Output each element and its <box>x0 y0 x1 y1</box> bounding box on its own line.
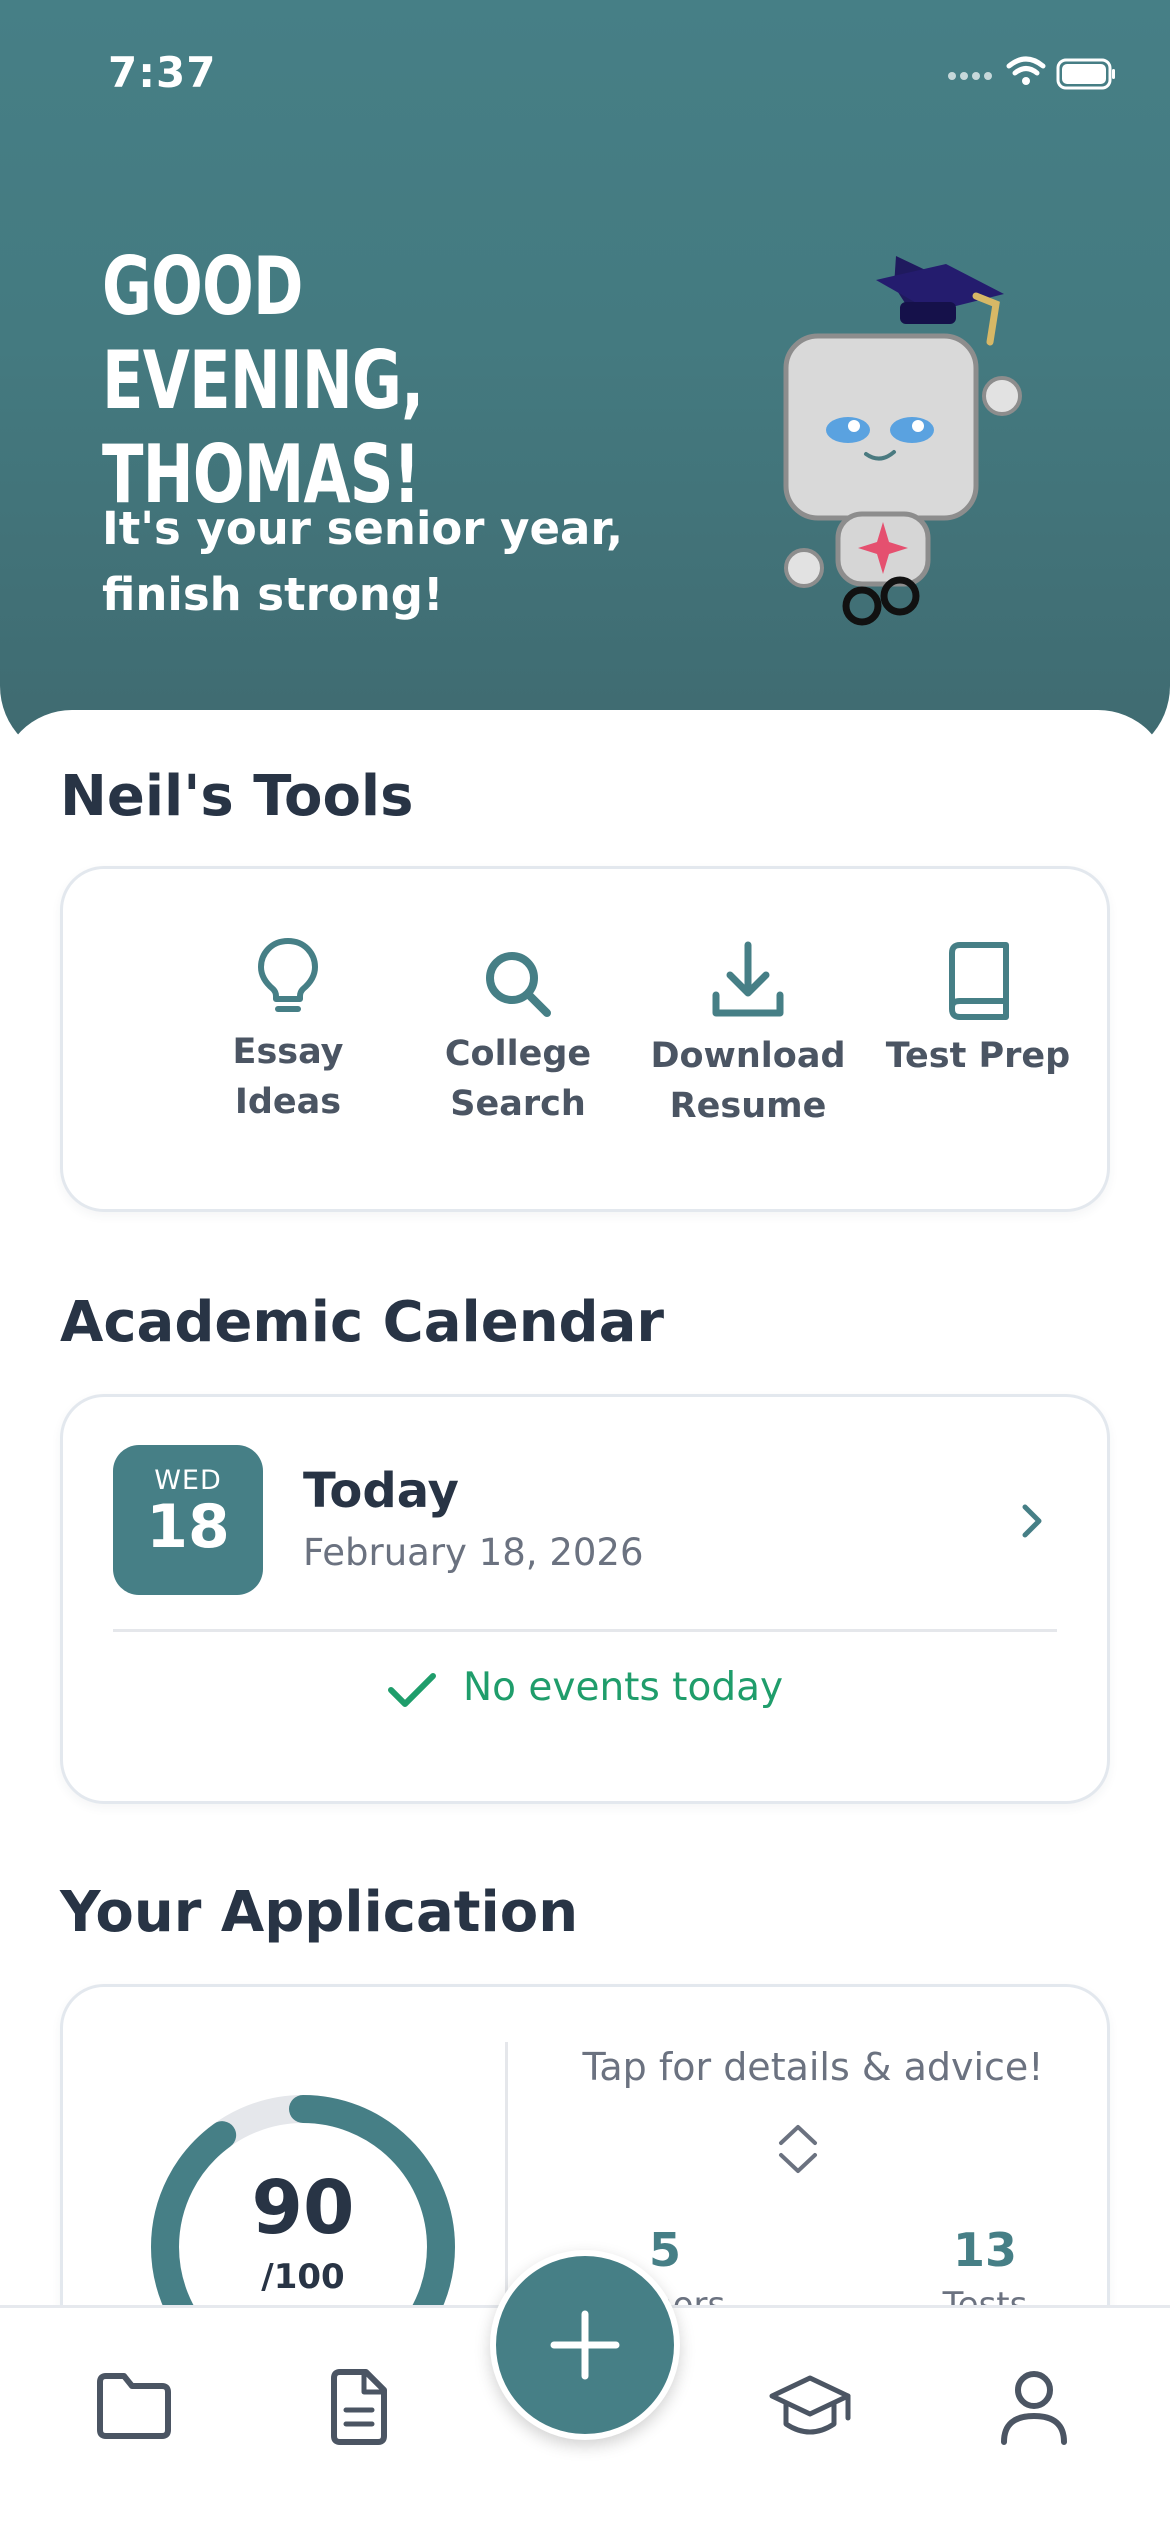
graduation-cap-icon[interactable] <box>768 2368 852 2442</box>
chevron-right-icon[interactable] <box>1017 1501 1047 1541</box>
no-events-text: No events today <box>462 1665 784 1710</box>
profile-icon[interactable] <box>996 2368 1072 2448</box>
tool-label: Test Prep <box>885 1036 1071 1076</box>
hero-banner: 7:37 GOOD EVENING, THOMAS! It's your sen… <box>0 0 1170 760</box>
signal-icon <box>948 72 992 80</box>
stat-tests-value: 13 <box>952 2223 1017 2277</box>
download-icon <box>712 941 784 1017</box>
checkmark-icon <box>387 1672 436 1707</box>
battery-icon <box>1056 58 1115 90</box>
calendar-day: 18 <box>146 1492 230 1562</box>
book-icon <box>949 942 1009 1020</box>
search-icon <box>486 952 551 1017</box>
calendar-full-date: February 18, 2026 <box>303 1531 644 1574</box>
add-button[interactable] <box>490 2250 680 2440</box>
tap-details-text: Tap for details & advice! <box>582 2045 1044 2089</box>
calendar-empty-state: No events today <box>63 1665 1107 1710</box>
robot-mascot-icon <box>783 256 1022 626</box>
greeting-heading: GOOD EVENING, THOMAS! <box>102 240 424 521</box>
greeting-subtitle: It's your senior year, finish strong! <box>102 502 624 621</box>
tool-college-search[interactable]: College Search <box>413 947 623 1129</box>
application-score: 90 <box>251 2165 355 2251</box>
calendar-card[interactable]: WED 18 Today February 18, 2026 No events… <box>60 1394 1110 1804</box>
tool-label: Download Resume <box>650 1036 846 1126</box>
calendar-today-label: Today <box>303 1463 459 1519</box>
application-score-max: /100 <box>261 2257 345 2297</box>
tool-download-resume[interactable]: Download Resume <box>643 939 853 1131</box>
tool-label: Essay Ideas <box>232 1032 344 1122</box>
application-heading: Your Application <box>60 1880 579 1945</box>
application-divider <box>505 2042 508 2302</box>
wifi-icon <box>1006 56 1046 76</box>
folder-icon[interactable] <box>94 2368 174 2442</box>
tool-essay-ideas[interactable]: Essay Ideas <box>183 935 393 1127</box>
expand-collapse-icon[interactable] <box>773 2119 823 2179</box>
calendar-date-badge: WED 18 <box>113 1445 263 1595</box>
document-icon[interactable] <box>326 2368 390 2446</box>
calendar-heading: Academic Calendar <box>60 1290 665 1355</box>
status-icons <box>948 56 1115 90</box>
tools-card: Essay Ideas College Search Download Resu… <box>60 866 1110 1212</box>
status-time: 7:37 <box>108 48 217 97</box>
add-icon <box>550 2310 620 2380</box>
lightbulb-icon <box>258 938 318 1012</box>
tool-label: College Search <box>444 1034 592 1124</box>
tool-test-prep[interactable]: Test Prep <box>873 939 1083 1081</box>
calendar-divider <box>113 1629 1057 1632</box>
tools-heading: Neil's Tools <box>60 764 414 829</box>
